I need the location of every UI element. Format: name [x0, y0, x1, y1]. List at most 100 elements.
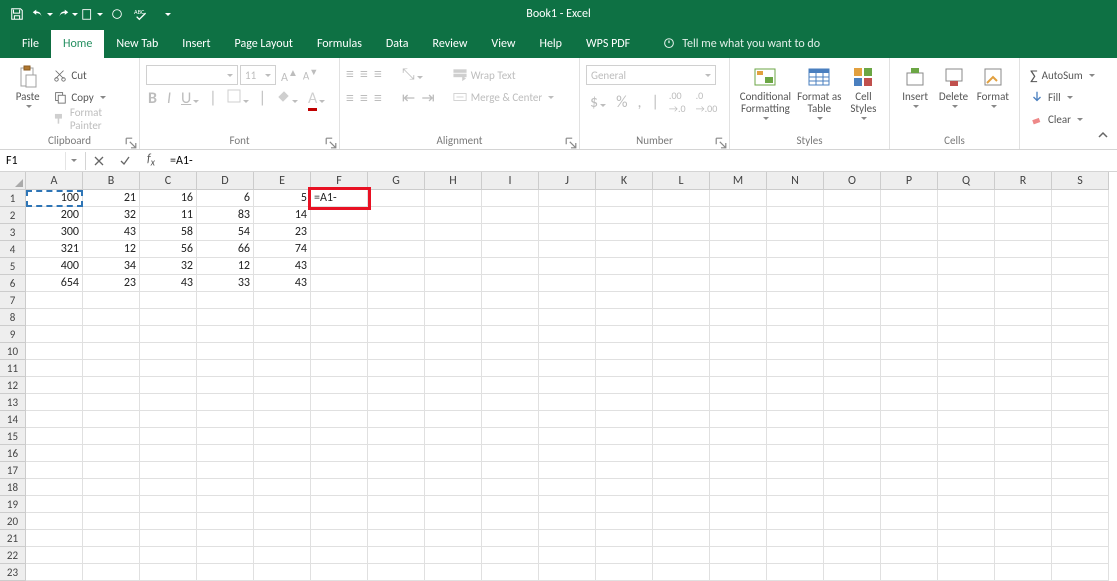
format-painter-button[interactable]: Format Painter [49, 109, 133, 129]
spelling-button[interactable]: ABC [131, 3, 153, 25]
delete-cells-button[interactable]: Delete [934, 61, 972, 133]
cell-B22[interactable] [83, 547, 140, 564]
cell-P17[interactable] [881, 462, 938, 479]
cell-C10[interactable] [140, 343, 197, 360]
cell-O16[interactable] [824, 445, 881, 462]
row-header-8[interactable]: 8 [0, 309, 26, 326]
cell-S2[interactable] [1052, 207, 1109, 224]
cell-M1[interactable] [710, 190, 767, 207]
cell-E5[interactable]: 43 [254, 258, 311, 275]
cell-R1[interactable] [995, 190, 1052, 207]
cell-N18[interactable] [767, 479, 824, 496]
cell-R20[interactable] [995, 513, 1052, 530]
cell-G15[interactable] [368, 428, 425, 445]
clear-button[interactable]: Clear [1026, 109, 1099, 129]
cell-F8[interactable] [311, 309, 368, 326]
wrap-text-button[interactable]: Wrap Text [449, 65, 559, 85]
cell-H15[interactable] [425, 428, 482, 445]
column-header-M[interactable]: M [710, 172, 767, 190]
cell-H19[interactable] [425, 496, 482, 513]
cell-B3[interactable]: 43 [83, 224, 140, 241]
row-header-15[interactable]: 15 [0, 428, 26, 445]
cell-G22[interactable] [368, 547, 425, 564]
cell-D7[interactable] [197, 292, 254, 309]
cell-O2[interactable] [824, 207, 881, 224]
cell-E17[interactable] [254, 462, 311, 479]
cell-Q8[interactable] [938, 309, 995, 326]
cell-P7[interactable] [881, 292, 938, 309]
cell-E23[interactable] [254, 564, 311, 581]
cell-M7[interactable] [710, 292, 767, 309]
cell-I11[interactable] [482, 360, 539, 377]
cell-J5[interactable] [539, 258, 596, 275]
cell-M12[interactable] [710, 377, 767, 394]
cell-N3[interactable] [767, 224, 824, 241]
cell-F6[interactable] [311, 275, 368, 292]
cell-Q19[interactable] [938, 496, 995, 513]
column-header-D[interactable]: D [197, 172, 254, 190]
cell-M17[interactable] [710, 462, 767, 479]
cell-Q5[interactable] [938, 258, 995, 275]
cell-L14[interactable] [653, 411, 710, 428]
cell-N17[interactable] [767, 462, 824, 479]
cell-P23[interactable] [881, 564, 938, 581]
row-header-21[interactable]: 21 [0, 530, 26, 547]
cell-O9[interactable] [824, 326, 881, 343]
cell-styles-button[interactable]: Cell Styles [844, 61, 883, 133]
cell-F19[interactable] [311, 496, 368, 513]
cell-Q10[interactable] [938, 343, 995, 360]
cell-I22[interactable] [482, 547, 539, 564]
column-header-F[interactable]: F [311, 172, 368, 190]
insert-cells-button[interactable]: Insert [896, 61, 934, 133]
cell-L21[interactable] [653, 530, 710, 547]
cell-P1[interactable] [881, 190, 938, 207]
cell-M4[interactable] [710, 241, 767, 258]
cell-E4[interactable]: 74 [254, 241, 311, 258]
cell-O15[interactable] [824, 428, 881, 445]
cell-Q12[interactable] [938, 377, 995, 394]
cell-K20[interactable] [596, 513, 653, 530]
cell-A15[interactable] [26, 428, 83, 445]
cell-G19[interactable] [368, 496, 425, 513]
cell-S14[interactable] [1052, 411, 1109, 428]
cell-L7[interactable] [653, 292, 710, 309]
cell-A20[interactable] [26, 513, 83, 530]
cell-D20[interactable] [197, 513, 254, 530]
cell-O20[interactable] [824, 513, 881, 530]
cell-A23[interactable] [26, 564, 83, 581]
column-header-P[interactable]: P [881, 172, 938, 190]
cell-P21[interactable] [881, 530, 938, 547]
cell-R10[interactable] [995, 343, 1052, 360]
cell-N14[interactable] [767, 411, 824, 428]
column-header-H[interactable]: H [425, 172, 482, 190]
cell-D5[interactable]: 12 [197, 258, 254, 275]
cell-L20[interactable] [653, 513, 710, 530]
fill-button[interactable]: Fill [1026, 87, 1099, 107]
cell-J3[interactable] [539, 224, 596, 241]
column-header-E[interactable]: E [254, 172, 311, 190]
cell-H20[interactable] [425, 513, 482, 530]
cell-K7[interactable] [596, 292, 653, 309]
increase-font-icon[interactable]: A▲ [278, 66, 301, 85]
cell-L13[interactable] [653, 394, 710, 411]
cell-J8[interactable] [539, 309, 596, 326]
cell-N9[interactable] [767, 326, 824, 343]
cell-J9[interactable] [539, 326, 596, 343]
cell-E9[interactable] [254, 326, 311, 343]
row-header-3[interactable]: 3 [0, 224, 26, 241]
cell-P8[interactable] [881, 309, 938, 326]
cell-K19[interactable] [596, 496, 653, 513]
cell-H22[interactable] [425, 547, 482, 564]
cell-R19[interactable] [995, 496, 1052, 513]
cell-K4[interactable] [596, 241, 653, 258]
cell-P4[interactable] [881, 241, 938, 258]
cell-D10[interactable] [197, 343, 254, 360]
cell-E12[interactable] [254, 377, 311, 394]
cell-A11[interactable] [26, 360, 83, 377]
cell-S7[interactable] [1052, 292, 1109, 309]
cell-A19[interactable] [26, 496, 83, 513]
cell-H23[interactable] [425, 564, 482, 581]
cell-S15[interactable] [1052, 428, 1109, 445]
cell-B16[interactable] [83, 445, 140, 462]
cell-C9[interactable] [140, 326, 197, 343]
